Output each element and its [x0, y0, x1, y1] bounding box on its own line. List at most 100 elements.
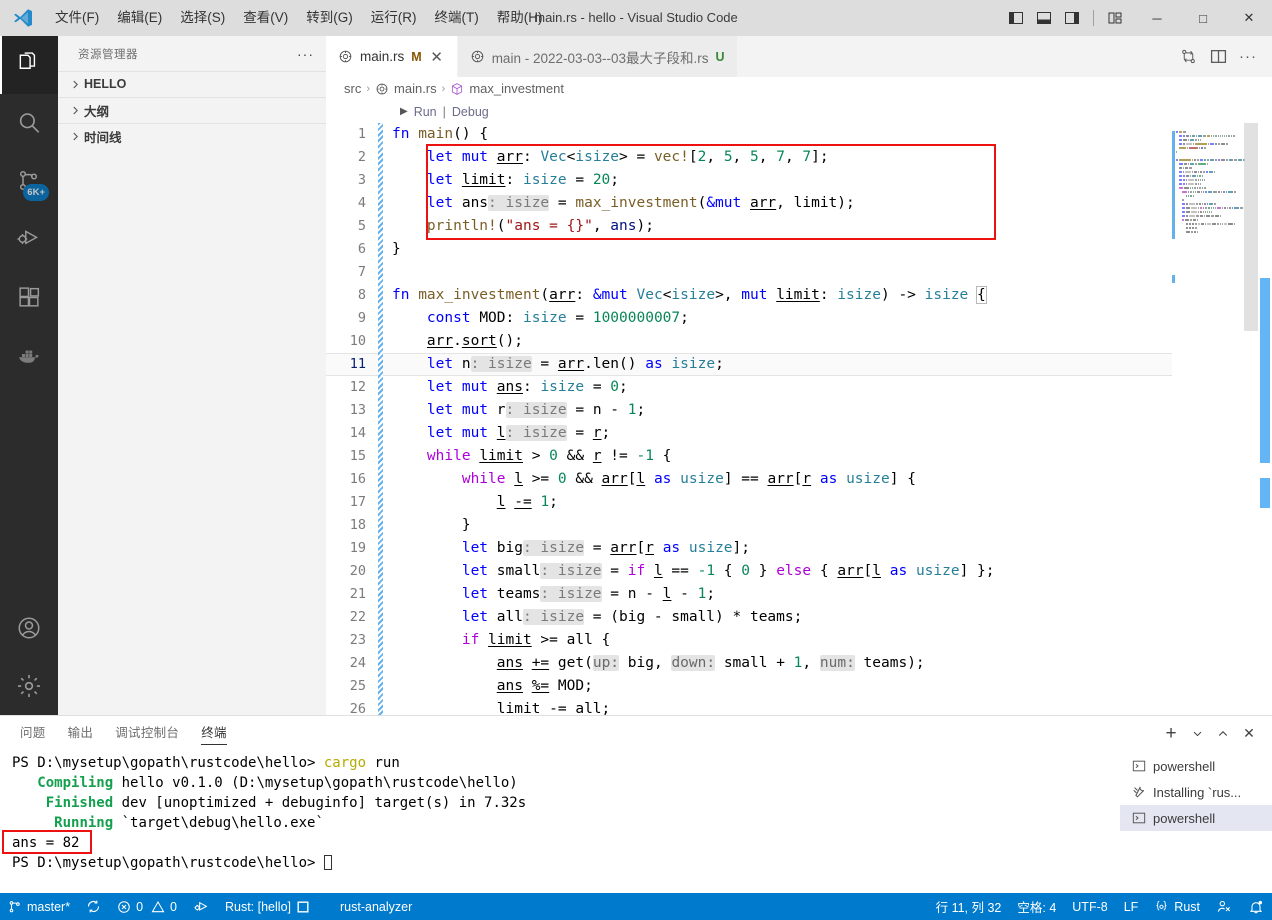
explorer-section-timeline[interactable]: 时间线: [58, 123, 326, 149]
toggle-panel-icon[interactable]: [1031, 4, 1057, 32]
activity-extensions[interactable]: [0, 268, 58, 326]
code-line[interactable]: 26 limit -= all;: [326, 697, 1172, 715]
code-line[interactable]: 21 let teams: isize = n - l - 1;: [326, 582, 1172, 606]
status-eol[interactable]: LF: [1116, 893, 1147, 920]
breadcrumb-main-rs[interactable]: main.rs: [375, 81, 437, 96]
close-button[interactable]: ✕: [1226, 0, 1272, 36]
code-line[interactable]: 13 let mut r: isize = n - 1;: [326, 398, 1172, 422]
terminal-item-powershell-1[interactable]: powershell: [1120, 753, 1272, 779]
status-bar: master* 0 0 Rust: [hello] rust-analyzer …: [0, 893, 1272, 920]
terminal-item-installing-rust[interactable]: Installing `rus...: [1120, 779, 1272, 805]
code-line[interactable]: 12 let mut ans: isize = 0;: [326, 375, 1172, 399]
code-line[interactable]: 2 let mut arr: Vec<isize> = vec![2, 5, 5…: [326, 145, 1172, 169]
code-line[interactable]: 4 let ans: isize = max_investment(&mut a…: [326, 191, 1172, 215]
tab-main-rs-close-icon[interactable]: ✕: [429, 48, 445, 66]
code-editor[interactable]: 1 fn main() {2 let mut arr: Vec<isize> = …: [326, 122, 1272, 715]
close-panel-icon[interactable]: ✕: [1238, 723, 1260, 745]
tab-main-2022-03-03[interactable]: main - 2022-03-03--03最大子段和.rs U: [457, 36, 738, 77]
code-line[interactable]: 22 let all: isize = (big - small) * team…: [326, 605, 1172, 629]
panel-tab-debug-console[interactable]: 调试控制台: [115, 722, 179, 745]
tab-main-rs[interactable]: main.rs M ✕: [326, 36, 458, 77]
activity-explorer[interactable]: [0, 36, 58, 94]
toggle-secondary-sidebar-icon[interactable]: [1059, 4, 1085, 32]
code-line[interactable]: 1 fn main() {: [326, 122, 1172, 146]
code-line[interactable]: 15 while limit > 0 && r != -1 {: [326, 444, 1172, 468]
codelens-run[interactable]: Run: [414, 105, 437, 119]
maximize-panel-icon[interactable]: [1212, 723, 1234, 745]
code-line[interactable]: 17 l -= 1;: [326, 490, 1172, 514]
terminal-output[interactable]: PS D:\mysetup\gopath\rustcode\hello> car…: [0, 751, 1120, 893]
status-rust-project[interactable]: Rust: [hello]: [217, 893, 318, 920]
editor-scrollbar-thumb[interactable]: [1260, 277, 1270, 463]
code-line[interactable]: 6}: [326, 237, 1172, 261]
editor-more-actions-icon[interactable]: ···: [1234, 42, 1262, 72]
breadcrumb-max-investment[interactable]: max_investment: [450, 81, 564, 96]
status-run-debug[interactable]: [185, 893, 217, 920]
activity-source-control[interactable]: 6K+: [0, 152, 58, 210]
code-line[interactable]: 18 }: [326, 513, 1172, 537]
rust-file-icon: [338, 49, 353, 64]
status-cursor-position[interactable]: 行 11, 列 32: [928, 893, 1010, 920]
terminal-item-powershell-2[interactable]: powershell: [1120, 805, 1272, 831]
minimap-slider[interactable]: [1244, 122, 1258, 331]
status-rust-analyzer[interactable]: rust-analyzer: [332, 893, 420, 920]
status-branch[interactable]: master*: [0, 893, 78, 920]
code-line[interactable]: 25 ans %= MOD;: [326, 674, 1172, 698]
code-line[interactable]: 20 let small: isize = if l == -1 { 0 } e…: [326, 559, 1172, 583]
activity-docker[interactable]: [0, 326, 58, 384]
breadcrumb-src[interactable]: src: [344, 81, 361, 96]
status-error-count: 0: [136, 899, 144, 914]
status-problems[interactable]: 0 0: [109, 893, 185, 920]
terminal-dropdown-icon[interactable]: [1186, 723, 1208, 745]
menu-run[interactable]: 运行(R): [362, 0, 426, 36]
status-sync[interactable]: [78, 893, 109, 920]
activity-run-and-debug[interactable]: [0, 210, 58, 268]
toggle-primary-sidebar-icon[interactable]: [1003, 4, 1029, 32]
split-editor-right-icon[interactable]: [1204, 42, 1232, 72]
new-terminal-icon[interactable]: +: [1160, 723, 1182, 745]
menu-go[interactable]: 转到(G): [297, 0, 362, 36]
code-line[interactable]: 8 fn max_investment(arr: &mut Vec<isize>,…: [326, 283, 1172, 307]
code-lines[interactable]: 1 fn main() {2 let mut arr: Vec<isize> = …: [326, 122, 1172, 715]
menu-file[interactable]: 文件(F): [46, 0, 108, 36]
menu-view[interactable]: 查看(V): [234, 0, 297, 36]
minimap-line: [1176, 171, 1254, 174]
panel-tab-problems[interactable]: 问题: [20, 722, 46, 745]
sidebar-more-actions-icon[interactable]: ···: [297, 46, 314, 62]
code-line[interactable]: 5 println!("ans = {}", ans);: [326, 214, 1172, 238]
status-indentation[interactable]: 空格: 4: [1009, 893, 1064, 920]
menu-terminal[interactable]: 终端(T): [426, 0, 488, 36]
activity-accounts[interactable]: [0, 599, 58, 657]
explorer-section-hello[interactable]: HELLO: [58, 71, 326, 97]
line-number: 7: [357, 264, 366, 281]
panel-tab-output[interactable]: 输出: [68, 722, 94, 745]
code-line[interactable]: 24 ans += get(up: big, down: small + 1, …: [326, 651, 1172, 675]
editor-vertical-scrollbar[interactable]: [1258, 122, 1272, 715]
code-line[interactable]: 3 let limit: isize = 20;: [326, 168, 1172, 192]
code-line[interactable]: 16 while l >= 0 && arr[l as usize] == ar…: [326, 467, 1172, 491]
status-encoding[interactable]: UTF-8: [1064, 893, 1115, 920]
menu-edit[interactable]: 编辑(E): [108, 0, 171, 36]
code-line[interactable]: 7: [326, 260, 1172, 284]
code-line[interactable]: 10 arr.sort();: [326, 329, 1172, 353]
minimize-button[interactable]: ─: [1134, 0, 1180, 36]
activity-settings[interactable]: [0, 657, 58, 715]
panel-tab-terminal[interactable]: 终端: [201, 722, 227, 745]
codelens-debug[interactable]: Debug: [452, 105, 489, 119]
activity-search[interactable]: [0, 94, 58, 152]
menu-help[interactable]: 帮助(H): [488, 0, 552, 36]
minimap[interactable]: [1172, 122, 1258, 715]
status-feedback[interactable]: [1208, 893, 1240, 920]
open-changes-icon[interactable]: [1174, 42, 1202, 72]
maximize-button[interactable]: □: [1180, 0, 1226, 36]
menu-selection[interactable]: 选择(S): [171, 0, 234, 36]
code-line[interactable]: 19 let big: isize = arr[r as usize];: [326, 536, 1172, 560]
explorer-section-outline[interactable]: 大纲: [58, 97, 326, 123]
status-language-mode[interactable]: Rust: [1146, 893, 1208, 920]
code-line[interactable]: 9 const MOD: isize = 1000000007;: [326, 306, 1172, 330]
code-line[interactable]: 14 let mut l: isize = r;: [326, 421, 1172, 445]
code-line[interactable]: 23 if limit >= all {: [326, 628, 1172, 652]
code-line[interactable]: 11 let n: isize = arr.len() as isize;: [326, 352, 1172, 376]
customize-layout-icon[interactable]: [1102, 4, 1128, 32]
status-notifications[interactable]: [1240, 893, 1272, 920]
